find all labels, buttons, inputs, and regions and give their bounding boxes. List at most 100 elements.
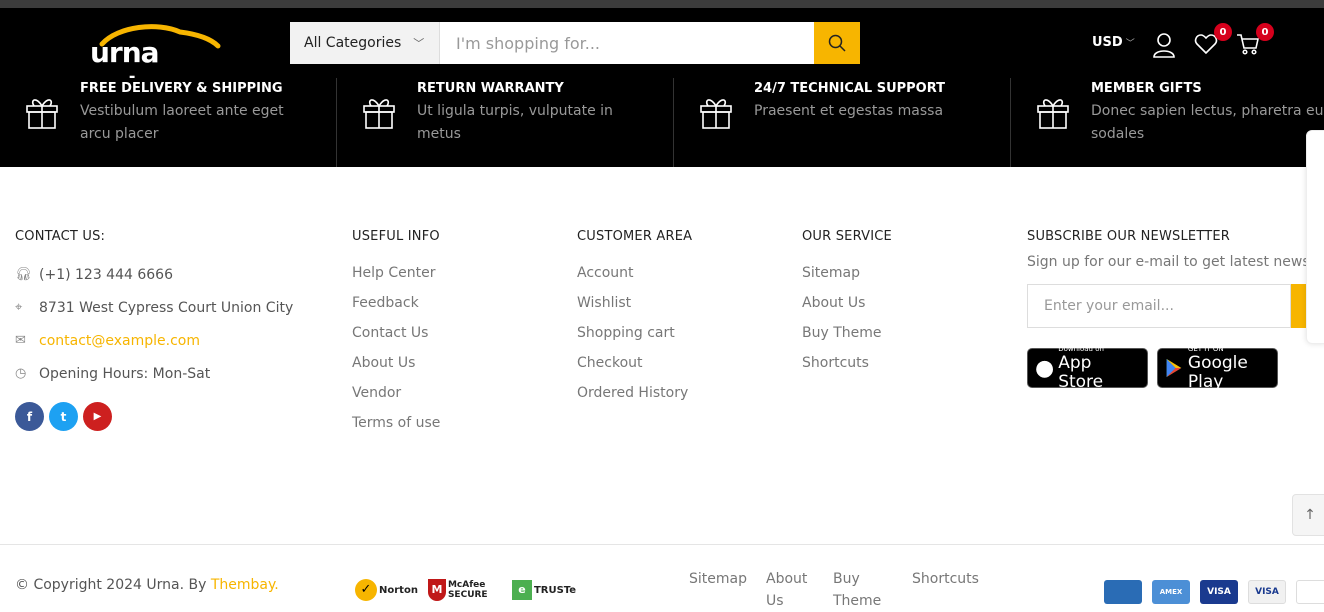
- address-text: 8731 West Cypress Court Union City: [39, 299, 294, 316]
- footer-link-ordered-history[interactable]: Ordered History: [577, 378, 692, 408]
- logo[interactable]: urna auto: [88, 22, 224, 102]
- newsletter-heading: SUBSCRIBE OUR NEWSLETTER: [1027, 229, 1231, 244]
- feature-text: Donec sapien lectus, pharetra eu sodales: [1091, 103, 1324, 142]
- amex-card-icon: AMEX: [1152, 580, 1190, 604]
- feature-item: MEMBER GIFTS Donec sapien lectus, pharet…: [1011, 78, 1324, 167]
- twitter-icon[interactable]: t: [49, 402, 78, 431]
- footer-link-buy-theme[interactable]: Buy Theme: [802, 318, 892, 348]
- footer-link-about-us[interactable]: About Us: [352, 348, 440, 378]
- norton-seal: ✓ Norton: [355, 577, 418, 603]
- feature-item: 24/7 TECHNICAL SUPPORT Praesent et egest…: [674, 78, 1011, 167]
- bottom-link-sitemap[interactable]: Sitemap: [689, 568, 747, 590]
- contact-hours: ◷ Opening Hours: Mon-Sat: [15, 357, 293, 390]
- account-button[interactable]: [1152, 32, 1178, 58]
- truste-text: TRUSTe: [533, 584, 577, 596]
- apple-icon: ●: [1035, 355, 1055, 381]
- contact-address: ⌖ 8731 West Cypress Court Union City: [15, 291, 293, 324]
- feature-text: Praesent et egestas massa: [754, 103, 944, 119]
- footer-divider: [0, 544, 1324, 545]
- footer-link-wishlist[interactable]: Wishlist: [577, 288, 692, 318]
- feature-item: RETURN WARRANTY Ut ligula turpis, vulput…: [337, 78, 674, 167]
- useful-info-column: USEFUL INFO Help Center Feedback Contact…: [352, 229, 440, 438]
- category-label: All Categories: [304, 35, 402, 51]
- visa-card-icon: VISA: [1248, 580, 1286, 604]
- gift-icon: [1037, 99, 1069, 129]
- visa-card-icon: VISA: [1200, 580, 1238, 604]
- gift-icon: [700, 99, 732, 129]
- google-play-icon: [1166, 359, 1182, 377]
- currency-switcher[interactable]: USD ﹀: [1092, 35, 1135, 50]
- mcafee-seal: M McAfee SECURE: [427, 577, 502, 603]
- back-to-top-button[interactable]: ↑: [1292, 494, 1324, 536]
- contact-column: CONTACT US: 🎧︎ (+1) 123 444 6666 ⌖ 8731 …: [15, 229, 293, 431]
- footer-link-account[interactable]: Account: [577, 258, 692, 288]
- side-toolbar[interactable]: [1306, 130, 1324, 344]
- feature-title: MEMBER GIFTS: [1091, 81, 1202, 96]
- shield-icon: M: [427, 579, 446, 601]
- footer-link-sitemap[interactable]: Sitemap: [802, 258, 892, 288]
- bottom-link-about-us[interactable]: About Us: [766, 568, 814, 612]
- mcafee-text: McAfee SECURE: [447, 580, 488, 600]
- footer-link-shortcuts[interactable]: Shortcuts: [802, 348, 892, 378]
- newsletter-subtitle: Sign up for our e-mail to get latest new…: [1027, 254, 1315, 270]
- arrow-up-icon: ↑: [1304, 507, 1316, 523]
- cart-button[interactable]: 0: [1236, 23, 1274, 58]
- google-play-big-text: Google Play: [1187, 352, 1248, 392]
- security-seals: ✓ Norton M McAfee SECURE e TRUSTe: [355, 577, 576, 603]
- search-input[interactable]: [440, 22, 814, 64]
- wishlist-count-badge: 0: [1214, 23, 1232, 41]
- norton-text: Norton: [379, 584, 418, 596]
- social-links: f t ▶: [15, 402, 293, 431]
- chevron-down-icon: ﹀: [413, 37, 425, 50]
- bottom-link-shortcuts[interactable]: Shortcuts: [912, 568, 979, 590]
- google-play-button[interactable]: GET IT ON Google Play: [1157, 345, 1278, 391]
- youtube-icon[interactable]: ▶: [83, 402, 112, 431]
- copyright: © Copyright 2024 Urna. By Thembay.: [15, 577, 279, 593]
- top-strip: [0, 0, 1324, 8]
- footer-link-vendor[interactable]: Vendor: [352, 378, 440, 408]
- customer-area-heading: CUSTOMER AREA: [577, 229, 693, 244]
- footer-link-shopping-cart[interactable]: Shopping cart: [577, 318, 692, 348]
- app-store-button[interactable]: ● Download on App Store: [1027, 345, 1148, 391]
- contact-heading: CONTACT US:: [15, 229, 106, 244]
- envelope-icon: ✉: [15, 333, 26, 348]
- wishlist-button[interactable]: 0: [1194, 23, 1232, 58]
- cart-count-badge: 0: [1256, 23, 1274, 41]
- features-bar: FREE DELIVERY & SHIPPING Vestibulum laor…: [0, 78, 1324, 167]
- gift-icon: [363, 99, 395, 129]
- email-field[interactable]: [1027, 284, 1291, 328]
- hours-text: Opening Hours: Mon-Sat: [39, 365, 211, 382]
- search-icon: [828, 34, 846, 52]
- copyright-brand-link[interactable]: Thembay.: [211, 577, 279, 593]
- feature-title: FREE DELIVERY & SHIPPING: [80, 81, 283, 96]
- search-bar: All Categories ﹀: [290, 22, 860, 64]
- footer-link-terms[interactable]: Terms of use: [352, 408, 440, 438]
- feature-item: FREE DELIVERY & SHIPPING Vestibulum laor…: [0, 78, 337, 167]
- category-select[interactable]: All Categories ﹀: [290, 22, 440, 64]
- footer-link-checkout[interactable]: Checkout: [577, 348, 692, 378]
- footer-link-about-us[interactable]: About Us: [802, 288, 892, 318]
- footer-link-contact-us[interactable]: Contact Us: [352, 318, 440, 348]
- feature-text: Vestibulum laoreet ante eget arcu placer: [80, 103, 284, 142]
- currency-label: USD: [1092, 35, 1123, 50]
- contact-email[interactable]: ✉ contact@example.com: [15, 324, 293, 357]
- email-link[interactable]: contact@example.com: [39, 333, 200, 349]
- footer-link-help-center[interactable]: Help Center: [352, 258, 440, 288]
- footer-link-feedback[interactable]: Feedback: [352, 288, 440, 318]
- payment-cards: AMEX VISA VISA: [1104, 580, 1324, 604]
- bottom-link-buy-theme[interactable]: Buy Theme: [833, 568, 889, 612]
- headphones-icon: 🎧︎: [15, 267, 32, 282]
- truste-seal: e TRUSTe: [511, 577, 577, 603]
- generic-card-icon: [1104, 580, 1142, 604]
- facebook-icon[interactable]: f: [15, 402, 44, 431]
- mastercard-icon: [1296, 580, 1324, 604]
- feature-title: RETURN WARRANTY: [417, 81, 564, 96]
- feature-text: Ut ligula turpis, vulputate in metus: [417, 103, 613, 142]
- gift-icon: [26, 99, 58, 129]
- location-pin-icon: ⌖: [15, 300, 23, 315]
- phone-text: (+1) 123 444 6666: [39, 266, 173, 283]
- user-icon: [1153, 33, 1175, 58]
- site-header: urna auto All Categories ﹀ USD﹀ 0: [0, 8, 1324, 102]
- search-button[interactable]: [814, 22, 860, 64]
- check-icon: ✓: [355, 579, 377, 601]
